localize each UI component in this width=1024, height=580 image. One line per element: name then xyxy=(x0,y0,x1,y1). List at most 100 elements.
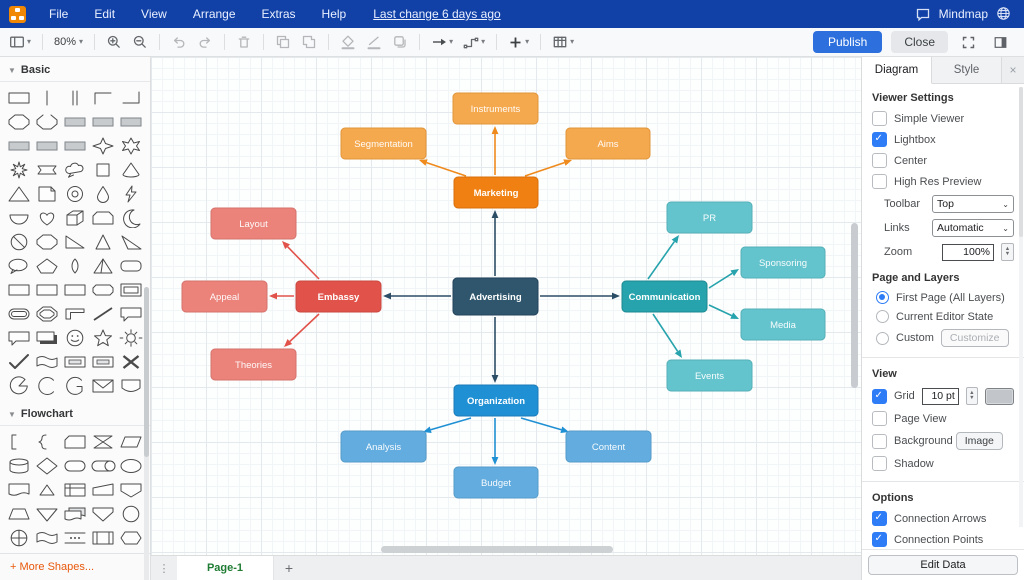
shape-extract[interactable] xyxy=(33,478,60,501)
shape-partial-circle[interactable] xyxy=(61,374,88,397)
section-basic[interactable]: ▼ Basic xyxy=(0,57,150,82)
shape-pie[interactable] xyxy=(5,374,32,397)
shape-direct-access[interactable] xyxy=(89,454,116,477)
undo-button[interactable] xyxy=(167,31,191,53)
shape-corner[interactable] xyxy=(61,302,88,325)
shadow-button[interactable] xyxy=(388,31,412,53)
shapes-scroll-area[interactable]: ▼ Basic ▼ Flowchart xyxy=(0,57,150,553)
lightbox-checkbox[interactable] xyxy=(872,132,887,147)
shape-loop-limit[interactable] xyxy=(89,206,116,229)
shape-no-symbol[interactable] xyxy=(5,230,32,253)
diagram-edge[interactable] xyxy=(419,159,466,176)
redo-button[interactable] xyxy=(193,31,217,53)
shape-callout[interactable] xyxy=(117,302,144,325)
diagram-edge[interactable] xyxy=(709,269,739,288)
to-front-button[interactable] xyxy=(271,31,295,53)
section-flowchart[interactable]: ▼ Flowchart xyxy=(0,401,150,426)
grid-size-input[interactable]: 10 pt xyxy=(922,388,959,405)
shape-donut[interactable] xyxy=(61,182,88,205)
shape-star-5[interactable] xyxy=(89,326,116,349)
menu-help[interactable]: Help xyxy=(309,0,360,28)
shape-cube[interactable] xyxy=(61,206,88,229)
diagram-node-budget[interactable]: Budget xyxy=(454,467,538,498)
shape-brace[interactable] xyxy=(33,430,60,453)
shape-circle[interactable] xyxy=(117,502,144,525)
shape-obtuse-triangle[interactable] xyxy=(117,230,144,253)
zoom-stepper[interactable]: ▲▼ xyxy=(1001,243,1014,261)
shape-star-8[interactable] xyxy=(5,158,32,181)
diagram-node-sponsoring[interactable]: Sponsoring xyxy=(741,247,825,278)
shape-gray-rectangle[interactable] xyxy=(117,110,144,133)
shadow-checkbox[interactable] xyxy=(872,456,887,471)
diagram-edge[interactable] xyxy=(525,159,572,176)
shape-rectangle[interactable] xyxy=(33,278,60,301)
sidebar-scrollbar[interactable] xyxy=(144,287,149,580)
menu-view[interactable]: View xyxy=(128,0,180,28)
shape-pentagon[interactable] xyxy=(33,254,60,277)
background-image-button[interactable]: Image xyxy=(956,432,1003,450)
diagram-node-pr[interactable]: PR xyxy=(667,202,752,233)
shape-card[interactable] xyxy=(61,430,88,453)
more-shapes-button[interactable]: + More Shapes... xyxy=(0,553,150,580)
shape-rounded-rectangle[interactable] xyxy=(117,254,144,277)
custom-radio[interactable] xyxy=(876,332,889,345)
shape-internal-storage[interactable] xyxy=(61,478,88,501)
comments-icon[interactable] xyxy=(915,6,931,22)
shape-or-junction[interactable] xyxy=(5,526,32,549)
shape-parallel-ellipsis[interactable] xyxy=(61,526,88,549)
diagram-edge[interactable] xyxy=(648,235,679,279)
diagram-edge[interactable] xyxy=(492,210,499,276)
diagram-node-media[interactable]: Media xyxy=(741,309,825,340)
shape-drop[interactable] xyxy=(89,182,116,205)
view-panels-button[interactable]: ▾ xyxy=(5,31,35,53)
diagram-edge[interactable] xyxy=(423,418,471,433)
zoom-input[interactable]: 100% xyxy=(942,244,994,261)
shape-triangle[interactable] xyxy=(5,182,32,205)
edit-data-button[interactable]: Edit Data xyxy=(868,555,1018,575)
shape-sun[interactable] xyxy=(117,326,144,349)
high-res-checkbox[interactable] xyxy=(872,174,887,189)
diagram-edge[interactable] xyxy=(540,293,620,300)
shape-cloud-callout[interactable] xyxy=(61,158,88,181)
shape-collate[interactable] xyxy=(89,430,116,453)
diagram-edge[interactable] xyxy=(653,314,682,358)
diagram-edge[interactable] xyxy=(492,418,499,465)
shape-rectangle[interactable] xyxy=(61,278,88,301)
shape-double-vertical-line[interactable] xyxy=(61,86,88,109)
shape-ellipse[interactable] xyxy=(117,454,144,477)
shape-gray-rectangle[interactable] xyxy=(61,134,88,157)
menu-arrange[interactable]: Arrange xyxy=(180,0,249,28)
diagram-node-events[interactable]: Events xyxy=(667,360,752,391)
grid-checkbox[interactable] xyxy=(872,389,887,404)
shape-diamond[interactable] xyxy=(33,454,60,477)
shape-right-triangle[interactable] xyxy=(61,230,88,253)
center-checkbox[interactable] xyxy=(872,153,887,168)
tab-diagram[interactable]: Diagram xyxy=(862,57,932,84)
shape-heart[interactable] xyxy=(33,206,60,229)
close-panel-icon[interactable]: × xyxy=(1002,57,1024,83)
shape-gray-rectangle[interactable] xyxy=(33,134,60,157)
shape-letter-x[interactable] xyxy=(117,350,144,373)
shape-gray-rectangle[interactable] xyxy=(89,110,116,133)
language-globe-icon[interactable] xyxy=(996,6,1012,22)
shape-diagonal-line[interactable] xyxy=(89,302,116,325)
shape-star-4[interactable] xyxy=(89,134,116,157)
format-panel-scrollbar[interactable] xyxy=(1019,87,1023,527)
shape-octagon[interactable] xyxy=(5,110,32,133)
diagram-edge[interactable] xyxy=(269,293,294,300)
shape-square[interactable] xyxy=(89,158,116,181)
shape-inverted-triangle[interactable] xyxy=(33,502,60,525)
diagram-node-appeal[interactable]: Appeal xyxy=(182,281,267,312)
shape-pill-frame[interactable] xyxy=(5,302,32,325)
shape-manual-input[interactable] xyxy=(89,478,116,501)
shape-speech-bubble[interactable] xyxy=(5,254,32,277)
diagram-node-layout[interactable]: Layout xyxy=(211,208,296,239)
shape-multi-document[interactable] xyxy=(61,502,88,525)
shape-smiley[interactable] xyxy=(61,326,88,349)
diagram-edge[interactable] xyxy=(492,317,499,383)
delete-button[interactable] xyxy=(232,31,256,53)
shape-cylinder[interactable] xyxy=(5,454,32,477)
diagram-edge[interactable] xyxy=(492,126,499,175)
shape-corner-bottom-right[interactable] xyxy=(117,86,144,109)
line-color-button[interactable] xyxy=(362,31,386,53)
